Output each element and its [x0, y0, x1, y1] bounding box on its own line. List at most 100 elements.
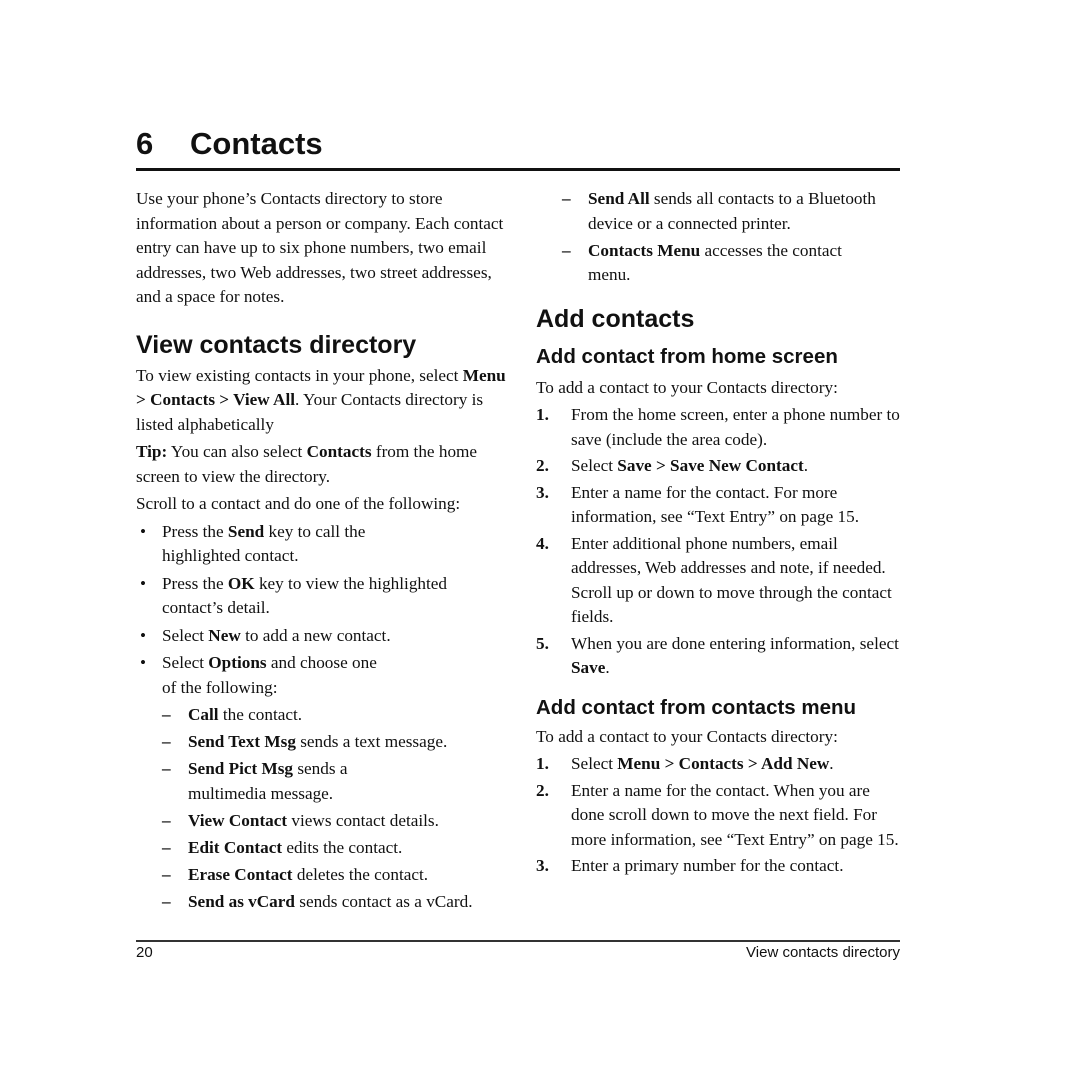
- step-item: 2. Enter a name for the contact. When you…: [536, 779, 906, 853]
- option-name: Send Pict Msg: [188, 759, 294, 778]
- step-item: 4. Enter additional phone numbers, email …: [536, 532, 906, 630]
- text: To view existing contacts in your phone,…: [136, 365, 463, 385]
- text: Select: [162, 625, 209, 645]
- footer-rule: [136, 940, 900, 942]
- text: .: [829, 754, 834, 773]
- option-name: Send Text Msg: [188, 732, 296, 751]
- option-item: – Send Text Msg sends a text message.: [162, 730, 506, 755]
- key-term: Save: [571, 658, 606, 677]
- key-term: OK: [227, 573, 255, 593]
- bullet-icon: •: [139, 653, 147, 672]
- option-description: sends contact as a vCard.: [294, 891, 473, 911]
- chapter-name: Contacts: [190, 126, 323, 161]
- option-description: views contact details.: [287, 810, 439, 830]
- dash-icon: –: [162, 810, 171, 830]
- text: .: [803, 456, 809, 475]
- text: Select: [571, 754, 618, 773]
- text: to add a new contact.: [240, 625, 391, 645]
- scroll-instructions: Scroll to a contact and do one of the fo…: [136, 494, 461, 513]
- view-instructions: To view existing contacts in your phone,…: [136, 364, 506, 438]
- home-screen-subheading: Add contact from home screen: [536, 344, 838, 368]
- bullet-item: • Press the Send key to call the highligh…: [136, 520, 392, 569]
- text: Select: [571, 456, 618, 475]
- text: When you are done entering information, …: [571, 633, 899, 653]
- option-description: deletes the contact.: [292, 864, 429, 884]
- option-item: – View Contact views contact details.: [162, 809, 506, 834]
- option-item: – Contacts Menu accesses the contact menu…: [562, 239, 858, 288]
- step-item: 5. When you are done entering information…: [536, 632, 906, 681]
- option-name: View Contact: [188, 810, 288, 830]
- step-number: 2.: [536, 780, 549, 800]
- option-name: Send All: [588, 189, 650, 208]
- dash-icon: –: [162, 837, 171, 857]
- option-name: Erase Contact: [188, 864, 293, 884]
- step-item: 1. Select Menu > Contacts > Add New.: [536, 752, 906, 777]
- footer-section-title: View contacts directory: [746, 944, 900, 961]
- bullet-item: • Select Options and choose one of the fo…: [136, 651, 392, 700]
- right-column: – Send All sends all contacts to a Blueto…: [536, 187, 906, 881]
- bullet-icon: •: [139, 625, 147, 645]
- contacts-menu-subheading: Add contact from contacts menu: [536, 695, 857, 719]
- key-term: Options: [208, 653, 267, 672]
- text: Enter a name for the contact. For more i…: [571, 482, 860, 527]
- option-description: sends a text message.: [295, 732, 448, 751]
- option-name: Call: [188, 705, 219, 724]
- home-screen-steps: 1. From the home screen, enter a phone nu…: [536, 403, 906, 681]
- text: Enter additional phone numbers, email ad…: [571, 533, 892, 627]
- intro-paragraph: Use your phone’s Contacts directory to s…: [136, 189, 504, 306]
- option-item: – Send Pict Msg sends a multimedia messag…: [162, 757, 368, 806]
- option-name: Contacts Menu: [588, 240, 701, 260]
- tip-paragraph: Tip: You can also select Contacts from t…: [136, 440, 506, 489]
- step-number: 1.: [536, 754, 549, 773]
- dash-icon: –: [162, 864, 171, 884]
- step-item: 2. Select Save > Save New Contact.: [536, 454, 906, 479]
- key-term: Send: [227, 521, 265, 541]
- step-number: 5.: [536, 633, 549, 653]
- text: Press the: [162, 521, 228, 541]
- option-item: – Erase Contact deletes the contact.: [162, 863, 506, 888]
- menu-path: Menu > Contacts > Add New: [617, 754, 830, 773]
- option-name: Edit Contact: [188, 837, 283, 857]
- left-column: Use your phone’s Contacts directory to s…: [136, 187, 506, 917]
- dash-icon: –: [562, 189, 571, 208]
- header-rule: [136, 168, 900, 171]
- chapter-number: 6: [136, 126, 154, 161]
- add-contacts-heading: Add contacts: [536, 304, 695, 333]
- dash-icon: –: [162, 759, 171, 778]
- step-number: 1.: [536, 405, 549, 424]
- key-term: Contacts: [306, 442, 372, 461]
- chapter-title: 6 Contacts: [136, 126, 323, 162]
- step-number: 3.: [536, 856, 549, 875]
- view-contacts-heading: View contacts directory: [136, 330, 417, 359]
- options-list-continued: – Send All sends all contacts to a Blueto…: [562, 187, 902, 288]
- text: .: [605, 658, 610, 677]
- page-number: 20: [136, 944, 153, 961]
- contacts-menu-steps: 1. Select Menu > Contacts > Add New. 2. En…: [536, 752, 906, 879]
- text: You can also select: [167, 442, 307, 461]
- key-term: New: [208, 625, 241, 645]
- step-number: 4.: [536, 533, 549, 553]
- bullet-item: • Press the OK key to view the highlighte…: [136, 572, 506, 621]
- dash-icon: –: [162, 732, 171, 751]
- option-name: Send as vCard: [188, 891, 295, 911]
- bullet-icon: •: [139, 521, 147, 541]
- home-screen-intro: To add a contact to your Contacts direct…: [536, 377, 838, 397]
- action-bullet-list: • Press the Send key to call the highligh…: [136, 520, 506, 701]
- option-description: edits the contact.: [282, 837, 403, 857]
- contacts-menu-intro: To add a contact to your Contacts direct…: [536, 726, 838, 746]
- options-list: – Call the contact. – Send Text Msg sends …: [162, 703, 506, 914]
- bullet-item: • Select New to add a new contact.: [136, 624, 506, 649]
- step-item: 1. From the home screen, enter a phone nu…: [536, 403, 906, 452]
- text: Enter a primary number for the contact.: [571, 856, 844, 875]
- step-number: 3.: [536, 482, 549, 502]
- dash-icon: –: [562, 240, 571, 260]
- option-description: the contact.: [218, 705, 303, 724]
- menu-path: Save > Save New Contact: [617, 456, 804, 475]
- option-item: – Call the contact.: [162, 703, 506, 728]
- text: Enter a name for the contact. When you a…: [571, 780, 899, 849]
- step-item: 3. Enter a primary number for the contact…: [536, 854, 906, 879]
- option-item: – Edit Contact edits the contact.: [162, 836, 506, 861]
- option-item: – Send All sends all contacts to a Blueto…: [562, 187, 902, 236]
- option-item: – Send as vCard sends contact as a vCard.: [162, 890, 506, 915]
- text: From the home screen, enter a phone numb…: [571, 405, 900, 449]
